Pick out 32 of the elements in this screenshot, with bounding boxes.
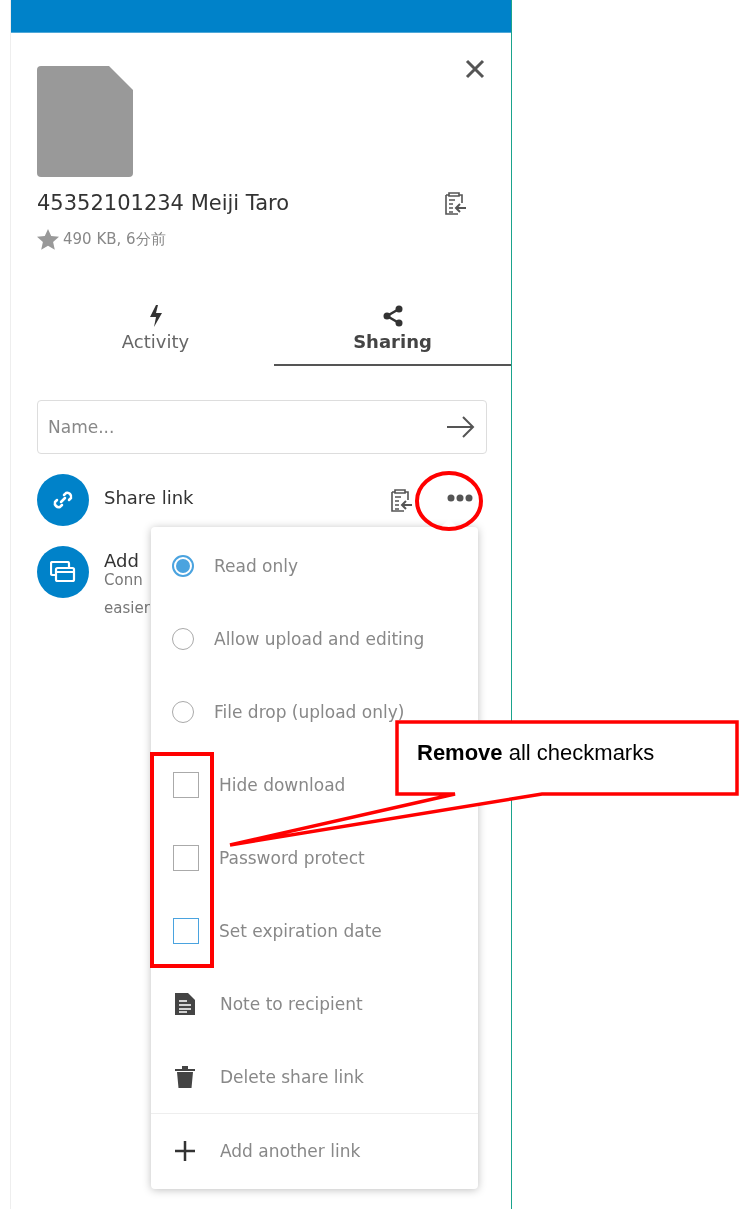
highlight-circle (414, 470, 484, 532)
star-icon[interactable] (37, 229, 59, 250)
lightning-icon (148, 305, 163, 327)
menu-item[interactable]: Delete share link (151, 1040, 478, 1113)
share-title: Share link (104, 487, 194, 508)
windows-icon (50, 561, 76, 583)
menu-item[interactable]: Set expiration date (151, 894, 478, 967)
radio-button[interactable] (172, 554, 194, 577)
trash-icon (175, 1065, 195, 1088)
menu-item[interactable]: Read only (151, 529, 478, 602)
share-note: easier (104, 599, 150, 617)
arrow-right-icon[interactable] (447, 416, 475, 438)
menu-item[interactable]: Password protect (151, 821, 478, 894)
share-title: Add (104, 550, 140, 571)
tab[interactable]: Activity (37, 304, 274, 366)
file-name: 45352101234 Meiji Taro (37, 191, 290, 215)
close-icon[interactable] (465, 59, 485, 79)
checkbox[interactable] (173, 844, 199, 871)
plus-icon (175, 1140, 195, 1161)
name-input[interactable]: Name... (37, 400, 487, 454)
share-subtitle: Conn (104, 571, 144, 589)
menu-item[interactable]: Note to recipient (151, 967, 478, 1040)
menu-item[interactable]: Add another link (151, 1114, 478, 1187)
file-meta: 490 KB, 6分前 (63, 230, 166, 249)
menu-item[interactable]: Allow upload and editing (151, 602, 478, 675)
file-icon (37, 66, 133, 177)
checkbox[interactable] (173, 771, 199, 798)
tab[interactable]: Sharing (274, 304, 511, 366)
share-icon (381, 305, 404, 327)
document-icon (175, 992, 195, 1015)
more-icon (447, 494, 473, 502)
checkbox[interactable] (173, 917, 199, 944)
